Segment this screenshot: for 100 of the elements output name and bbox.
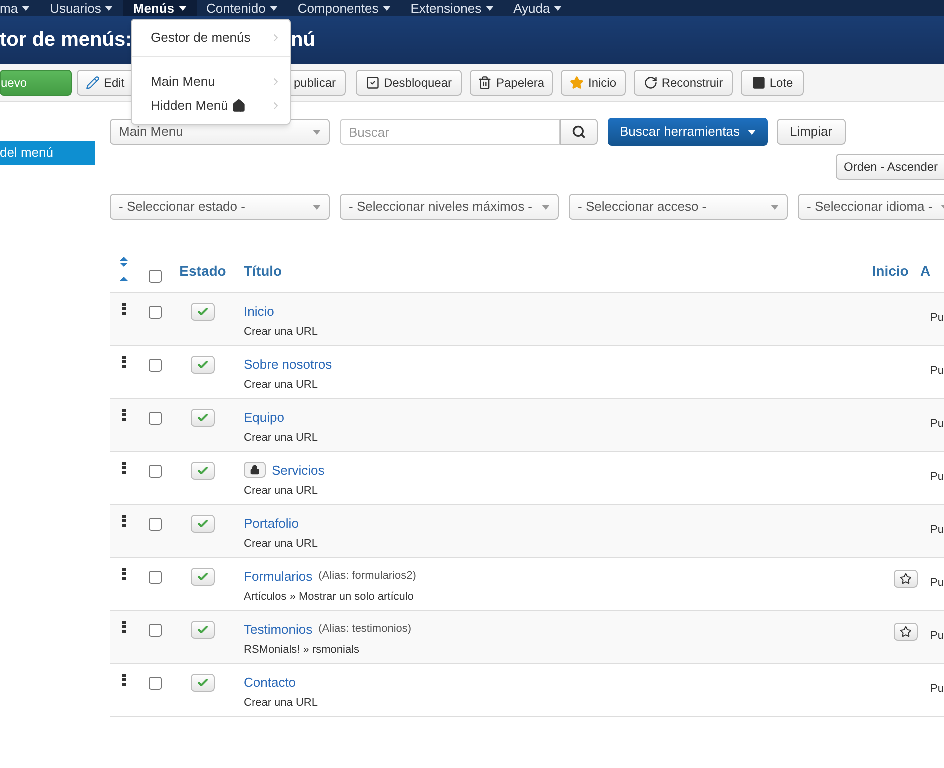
- menu-item-link[interactable]: Equipo: [244, 408, 284, 427]
- toolbar-button[interactable]: Reconstruir: [634, 70, 733, 96]
- menu-item-type: Crear una URL: [244, 696, 318, 711]
- menu-item-link[interactable]: Formularios: [244, 566, 313, 586]
- status-toggle[interactable]: [191, 462, 215, 480]
- trash-icon: [478, 76, 492, 90]
- caret-icon: [313, 204, 321, 210]
- dropdown-item[interactable]: Gestor de menús: [132, 26, 290, 50]
- row-checkbox[interactable]: [148, 518, 162, 530]
- order-select[interactable]: Orden - Ascender: [836, 154, 944, 180]
- sidebar-item[interactable]: del menú: [0, 141, 95, 165]
- caret-icon: [382, 6, 391, 10]
- row-checkbox[interactable]: [148, 676, 162, 690]
- status-toggle[interactable]: [191, 356, 215, 374]
- caret-icon: [748, 130, 756, 134]
- menu-item-link[interactable]: Sobre nosotros: [244, 354, 332, 374]
- select-field[interactable]: - Seleccionar acceso -: [569, 194, 788, 220]
- nav-menu-item[interactable]: Usuarios: [40, 0, 124, 16]
- select-all-checkbox[interactable]: [148, 270, 162, 282]
- check-icon: [197, 518, 209, 530]
- menu-item-type: Crear una URL: [244, 325, 318, 340]
- toolbar-button[interactable]: Lote: [741, 70, 804, 96]
- check-icon: [197, 570, 209, 582]
- edit-icon: [86, 76, 100, 90]
- nav-menu-item[interactable]: Ayuda: [504, 0, 572, 16]
- menu-item-link[interactable]: Servicios: [272, 460, 325, 480]
- lock-badge[interactable]: [244, 462, 266, 478]
- check-icon: [197, 306, 209, 318]
- nav-menu-item[interactable]: Extensiones: [400, 0, 504, 16]
- toolbar-button[interactable]: Desbloquear: [356, 70, 462, 96]
- drag-handle-icon[interactable]: [122, 674, 126, 686]
- caret-icon: [542, 204, 550, 210]
- star-icon: [900, 626, 912, 638]
- status-toggle[interactable]: [191, 620, 215, 638]
- menu-label: Hidden Menü: [151, 97, 228, 116]
- column-header[interactable]: Título: [236, 244, 861, 292]
- column-header[interactable]: A: [920, 244, 944, 292]
- caret-icon: [486, 6, 494, 10]
- star-icon: [570, 76, 584, 90]
- menu-item-link[interactable]: Testimonios: [244, 620, 313, 639]
- nav-menu-item[interactable]: ma: [0, 0, 40, 16]
- lock-icon: [250, 465, 260, 476]
- row-checkbox[interactable]: [148, 624, 162, 636]
- sort-icon[interactable]: [120, 256, 128, 282]
- menu-item-link[interactable]: Inicio: [244, 302, 274, 321]
- drag-handle-icon[interactable]: [122, 302, 126, 314]
- row-checkbox[interactable]: [148, 306, 162, 318]
- alias-text: (Alias: testimonios): [318, 622, 412, 637]
- toolbar-button[interactable]: Inicio: [561, 70, 626, 96]
- status-toggle[interactable]: [191, 302, 215, 320]
- caret-icon: [270, 6, 278, 10]
- clear-button[interactable]: Limpiar: [776, 119, 846, 145]
- nav-menu-item[interactable]: Componentes: [288, 0, 401, 16]
- access-text: Pu: [930, 312, 944, 324]
- drag-handle-icon[interactable]: [122, 356, 126, 368]
- caret-icon: [22, 6, 30, 10]
- drag-handle-icon[interactable]: [122, 408, 126, 420]
- search-icon: [572, 125, 586, 139]
- home-toggle[interactable]: [894, 622, 918, 640]
- home-icon: [232, 99, 246, 113]
- drag-handle-icon[interactable]: [122, 514, 126, 526]
- dropdown-item[interactable]: Hidden Menü: [132, 94, 290, 118]
- column-header[interactable]: Inicio: [860, 244, 921, 292]
- caret-icon: [105, 6, 114, 10]
- search-tools-button[interactable]: Buscar herramientas: [608, 118, 768, 146]
- select-field[interactable]: - Seleccionar idioma -: [798, 194, 944, 220]
- select-field[interactable]: - Seleccionar estado -: [110, 194, 330, 220]
- check-icon: [197, 676, 209, 688]
- drag-handle-icon[interactable]: [122, 620, 126, 632]
- menu-item-type: Artículos » Mostrar un solo artículo: [244, 590, 414, 605]
- row-checkbox[interactable]: [148, 570, 162, 584]
- menu-item-type: Crear una URL: [244, 484, 318, 499]
- drag-handle-icon[interactable]: [122, 462, 126, 474]
- row-checkbox[interactable]: [148, 412, 162, 424]
- menu-item-link[interactable]: Portafolio: [244, 514, 299, 533]
- status-toggle[interactable]: [191, 674, 215, 692]
- status-toggle[interactable]: [191, 514, 215, 532]
- search-button[interactable]: [560, 119, 598, 145]
- square-icon: [752, 76, 766, 90]
- menu-item-type: RSMonials! » rsmonials: [244, 643, 360, 658]
- page-title: tor de menús:: [0, 28, 132, 53]
- home-toggle[interactable]: [894, 570, 918, 588]
- access-text: Pu: [930, 418, 944, 430]
- row-checkbox[interactable]: [148, 358, 162, 372]
- menu-item-link[interactable]: Contacto: [244, 672, 296, 692]
- caret-icon: [771, 204, 779, 210]
- toolbar-button[interactable]: Papelera: [470, 70, 553, 96]
- select-field[interactable]: - Seleccionar niveles máximos -: [340, 194, 559, 220]
- search-field[interactable]: Buscar: [340, 119, 560, 145]
- status-toggle[interactable]: [191, 568, 215, 586]
- status-toggle[interactable]: [191, 408, 215, 426]
- nav-menu-item[interactable]: Contenido: [196, 0, 288, 16]
- row-checkbox[interactable]: [148, 464, 162, 478]
- nav-menu-item[interactable]: Menús: [123, 0, 197, 16]
- menu-item-type: Crear una URL: [244, 537, 318, 552]
- drag-handle-icon[interactable]: [122, 568, 126, 580]
- access-text: Pu: [930, 576, 944, 588]
- column-header[interactable]: Estado: [170, 244, 236, 292]
- menu-item-type: Crear una URL: [244, 431, 318, 446]
- check-icon: [197, 358, 209, 370]
